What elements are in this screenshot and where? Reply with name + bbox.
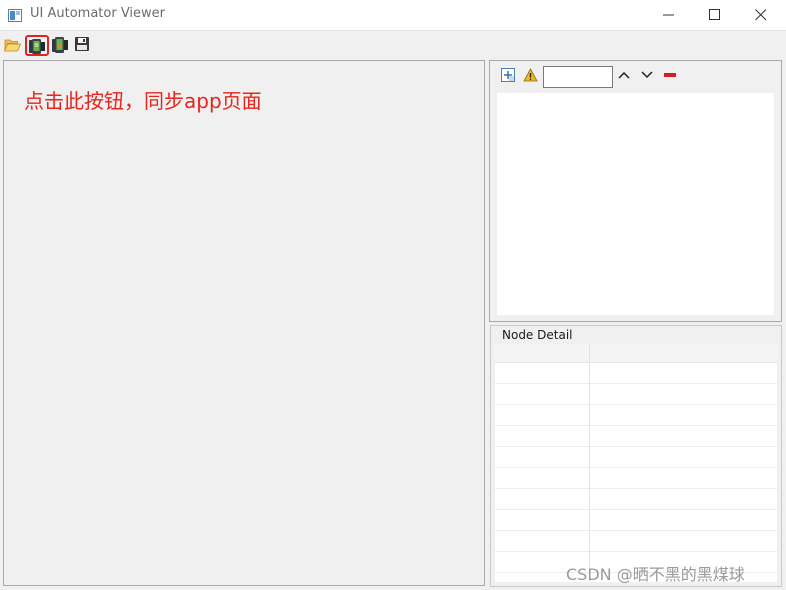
expand-all-button[interactable]	[501, 68, 517, 84]
next-match-button[interactable]	[640, 68, 656, 84]
title-bar: UI Automator Viewer	[0, 0, 786, 31]
close-button[interactable]	[738, 0, 784, 30]
table-row[interactable]	[495, 363, 777, 384]
arrow-up-icon	[618, 71, 630, 79]
minimize-icon	[663, 14, 674, 16]
node-detail-title: Node Detail	[500, 328, 575, 342]
table-row[interactable]	[495, 384, 777, 405]
arrow-down-icon	[641, 71, 653, 79]
tree-toolbar	[490, 61, 781, 92]
device-screenshot-compressed-icon	[52, 37, 68, 53]
device-screenshot-button[interactable]	[25, 35, 49, 56]
search-input[interactable]	[543, 66, 613, 88]
table-row[interactable]	[495, 447, 777, 468]
table-row[interactable]	[495, 489, 777, 510]
annotation-text: 点击此按钮，同步app页面	[24, 89, 262, 113]
table-row[interactable]	[495, 531, 777, 552]
table-row[interactable]	[495, 468, 777, 489]
folder-open-icon	[4, 39, 22, 52]
clear-search-button[interactable]	[663, 68, 679, 84]
table-row[interactable]	[495, 405, 777, 426]
watermark: CSDN @晒不黑的黑煤球	[566, 565, 745, 584]
main-toolbar	[0, 31, 786, 59]
maximize-icon	[709, 9, 720, 20]
maximize-button[interactable]	[692, 0, 738, 30]
close-icon	[755, 9, 767, 21]
warning-icon	[523, 68, 538, 82]
expand-all-icon	[501, 68, 515, 82]
clear-icon	[664, 73, 676, 77]
table-row[interactable]	[495, 426, 777, 447]
table-header	[495, 344, 777, 363]
device-screenshot-compressed-button[interactable]	[51, 36, 69, 54]
screenshot-pane[interactable]: 点击此按钮，同步app页面	[3, 60, 485, 586]
minimize-button[interactable]	[646, 0, 692, 30]
save-button[interactable]	[74, 36, 92, 54]
save-icon	[75, 37, 89, 51]
device-screenshot-icon	[29, 39, 45, 54]
window-app-icon	[8, 7, 22, 22]
warning-button[interactable]	[523, 68, 539, 84]
hierarchy-tree[interactable]	[497, 93, 774, 315]
node-detail-group: Node Detail	[490, 325, 782, 587]
hierarchy-pane	[489, 60, 782, 322]
node-detail-table[interactable]	[495, 344, 777, 582]
table-row[interactable]	[495, 510, 777, 531]
previous-match-button[interactable]	[617, 68, 633, 84]
window-title: UI Automator Viewer	[30, 6, 166, 21]
open-button[interactable]	[4, 36, 22, 54]
column-divider[interactable]	[589, 344, 590, 582]
